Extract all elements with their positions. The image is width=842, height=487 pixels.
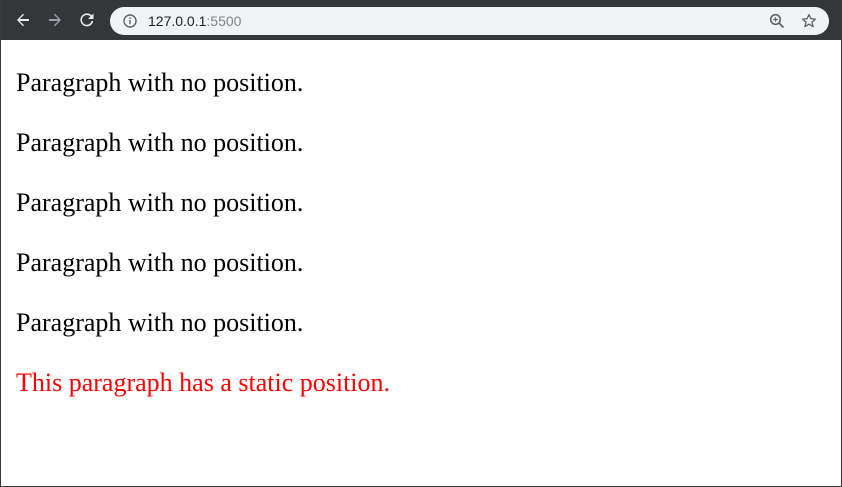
zoom-icon[interactable] [767,11,787,31]
reload-icon [80,13,94,27]
address-bar[interactable]: 127.0.0.1:5500 [110,7,829,35]
page-content: Paragraph with no position. Paragraph wi… [1,40,841,401]
paragraph-no-position: Paragraph with no position. [16,188,304,217]
forward-button[interactable] [39,4,71,36]
url-text[interactable]: 127.0.0.1:5500 [148,13,767,29]
back-button[interactable] [7,4,39,36]
back-arrow-icon [17,13,29,27]
paragraph-static-position: This paragraph has a static position. [16,368,391,397]
paragraph-no-position: Paragraph with no position. [16,128,304,157]
url-host: 127.0.0.1 [148,13,207,29]
browser-toolbar: 127.0.0.1:5500 [1,0,841,40]
url-port: :5500 [206,13,242,29]
browser-window: 127.0.0.1:5500 Paragraph with no positio… [0,0,842,487]
forward-arrow-icon [49,13,61,27]
site-info-icon[interactable] [120,11,140,31]
paragraph-no-position: Paragraph with no position. [16,248,304,277]
reload-button[interactable] [71,4,103,36]
paragraph-no-position: Paragraph with no position. [16,68,304,97]
paragraph-no-position: Paragraph with no position. [16,308,304,337]
bookmark-star-icon[interactable] [799,11,819,31]
